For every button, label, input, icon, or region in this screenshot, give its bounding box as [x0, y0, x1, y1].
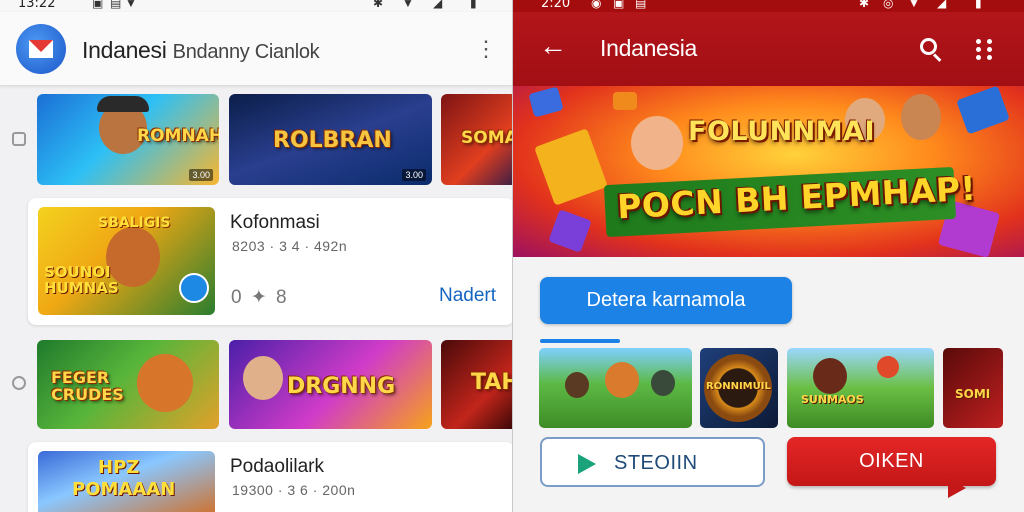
bluetooth-icon: ✱ — [859, 0, 870, 10]
screenshot-thumbnail[interactable]: RONNIMUIL — [700, 348, 778, 428]
notification-icon: ▣ — [92, 0, 104, 10]
game-thumbnail[interactable]: SOMA — [441, 94, 513, 185]
badge-icon — [179, 273, 209, 303]
game-rating: 0 ✦ 8 — [231, 287, 289, 308]
signal-icon: ▼ — [402, 0, 414, 10]
more-vert-icon[interactable] — [974, 38, 996, 60]
more-vert-icon[interactable]: ⋮ — [475, 38, 497, 60]
screen: 13:22 ▣ ▤ ▼ ✱ ▼ ◢ ▮ Indanesi Bndanny Cia… — [0, 0, 1024, 512]
wifi-icon: ▼ — [125, 0, 137, 10]
thumbnail-subtitle: POMAAAN — [72, 479, 176, 500]
status-time: 2:20 — [541, 0, 571, 11]
screenshot-thumbnail[interactable]: SOMI — [943, 348, 1003, 428]
primary-action-button[interactable]: Detera karnamola — [540, 277, 792, 324]
thumbnail-meta: 3.00 — [189, 169, 213, 181]
tab-indicator — [540, 339, 620, 343]
thumbnail-title: SUNMAOS — [801, 393, 864, 406]
game-thumbnail[interactable]: FEGER CRUDES — [37, 340, 219, 429]
thumbnail-title: ROMNAH — [137, 126, 219, 146]
screenshot-thumbnail[interactable] — [539, 348, 692, 428]
message-icon: ▤ — [635, 0, 647, 10]
game-thumbnail[interactable]: DRGNNG — [229, 340, 432, 429]
thumbnail-subtitle: SOUNOI HUMNAS — [44, 263, 119, 297]
game-thumbnail[interactable]: TAH — [441, 340, 513, 429]
thumbnail-title: SOMA — [461, 128, 513, 148]
game-list-item[interactable]: HPZ POMAAAN Podaolilark 19300 · 3 6 · 20… — [28, 442, 513, 512]
install-button-tail — [948, 478, 966, 498]
install-link-button[interactable]: Nadert — [439, 285, 496, 307]
app-title: Indanesia — [600, 35, 698, 61]
mail-app-icon[interactable] — [16, 24, 66, 74]
thumbnail-meta: 3.00 — [402, 169, 426, 181]
left-phone-screen: 13:22 ▣ ▤ ▼ ✱ ▼ ◢ ▮ Indanesi Bndanny Cia… — [0, 0, 513, 512]
arrow-back-icon[interactable]: ← — [539, 32, 567, 60]
search-icon[interactable] — [918, 36, 944, 62]
app-bar: ← Indanesia — [513, 12, 1024, 86]
screenshot-thumbnail[interactable]: SUNMAOS — [787, 348, 934, 428]
right-phone-screen: 2:20 ◉ ▣ ▤ ✱ ◎ ▼ ◢ ▮ ← Indanesia FOLUNNM… — [513, 0, 1024, 512]
thumbnail-title: HPZ — [98, 457, 140, 478]
game-info: 8203 · 3 4 · 492n — [232, 238, 348, 254]
status-bar: 2:20 ◉ ▣ ▤ ✱ ◎ ▼ ◢ ▮ — [513, 0, 1024, 12]
thumbnail-title: TAH — [471, 370, 513, 395]
notification-icon: ◉ — [591, 0, 602, 10]
app-subtitle: Bndanny Cianlok — [172, 41, 320, 63]
game-thumbnail: HPZ POMAAAN — [38, 451, 215, 512]
thumbnail-title: RONNIMUIL — [706, 381, 771, 392]
select-checkbox[interactable] — [12, 132, 26, 146]
game-name: Kofonmasi — [230, 212, 320, 233]
signal-bars-icon: ◢ — [937, 0, 947, 10]
gallery-icon: ▤ — [110, 0, 122, 10]
play-button-label: STEOIIN — [614, 452, 698, 474]
signal-bars-icon: ◢ — [433, 0, 443, 10]
game-name: Podaolilark — [230, 456, 324, 477]
thumbnail-title: ROLBRAN — [273, 128, 392, 153]
thumbnail-title: SBALIGIS — [98, 215, 171, 231]
gallery-icon: ▣ — [613, 0, 625, 10]
thumbnail-title: FEGER CRUDES — [51, 368, 124, 404]
battery-icon: ▮ — [470, 0, 477, 10]
game-list-item[interactable]: SBALIGIS SOUNOI HUMNAS Kofonmasi 8203 · … — [28, 198, 513, 325]
battery-icon: ▮ — [975, 0, 982, 10]
banner-title: FOLUNNMAI — [688, 116, 876, 147]
app-title: Indanesi Bndanny Cianlok — [82, 37, 320, 64]
featured-banner[interactable]: FOLUNNMAI POCN BH EPMHAP! — [513, 86, 1024, 257]
status-bar: 13:22 ▣ ▤ ▼ ✱ ▼ ◢ ▮ — [0, 0, 513, 12]
play-icon — [578, 454, 596, 474]
app-title-text: Indanesi — [82, 37, 167, 63]
bluetooth-icon: ✱ — [373, 0, 384, 10]
game-thumbnail: SBALIGIS SOUNOI HUMNAS — [38, 207, 215, 315]
thumbnail-title: SOMI — [955, 387, 991, 401]
thumbnail-title: DRGNNG — [287, 374, 396, 399]
app-bar: Indanesi Bndanny Cianlok ⋮ — [0, 12, 513, 86]
wifi-icon: ▼ — [908, 0, 920, 10]
status-time: 13:22 — [18, 0, 56, 11]
alarm-icon: ◎ — [883, 0, 894, 10]
game-info: 19300 · 3 6 · 200n — [232, 482, 356, 498]
game-thumbnail[interactable]: ROLBRAN 3.00 — [229, 94, 432, 185]
select-radio[interactable] — [12, 376, 26, 390]
play-button[interactable]: STEOIIN — [540, 437, 765, 487]
game-thumbnail[interactable]: ROMNAH 3.00 — [37, 94, 219, 185]
